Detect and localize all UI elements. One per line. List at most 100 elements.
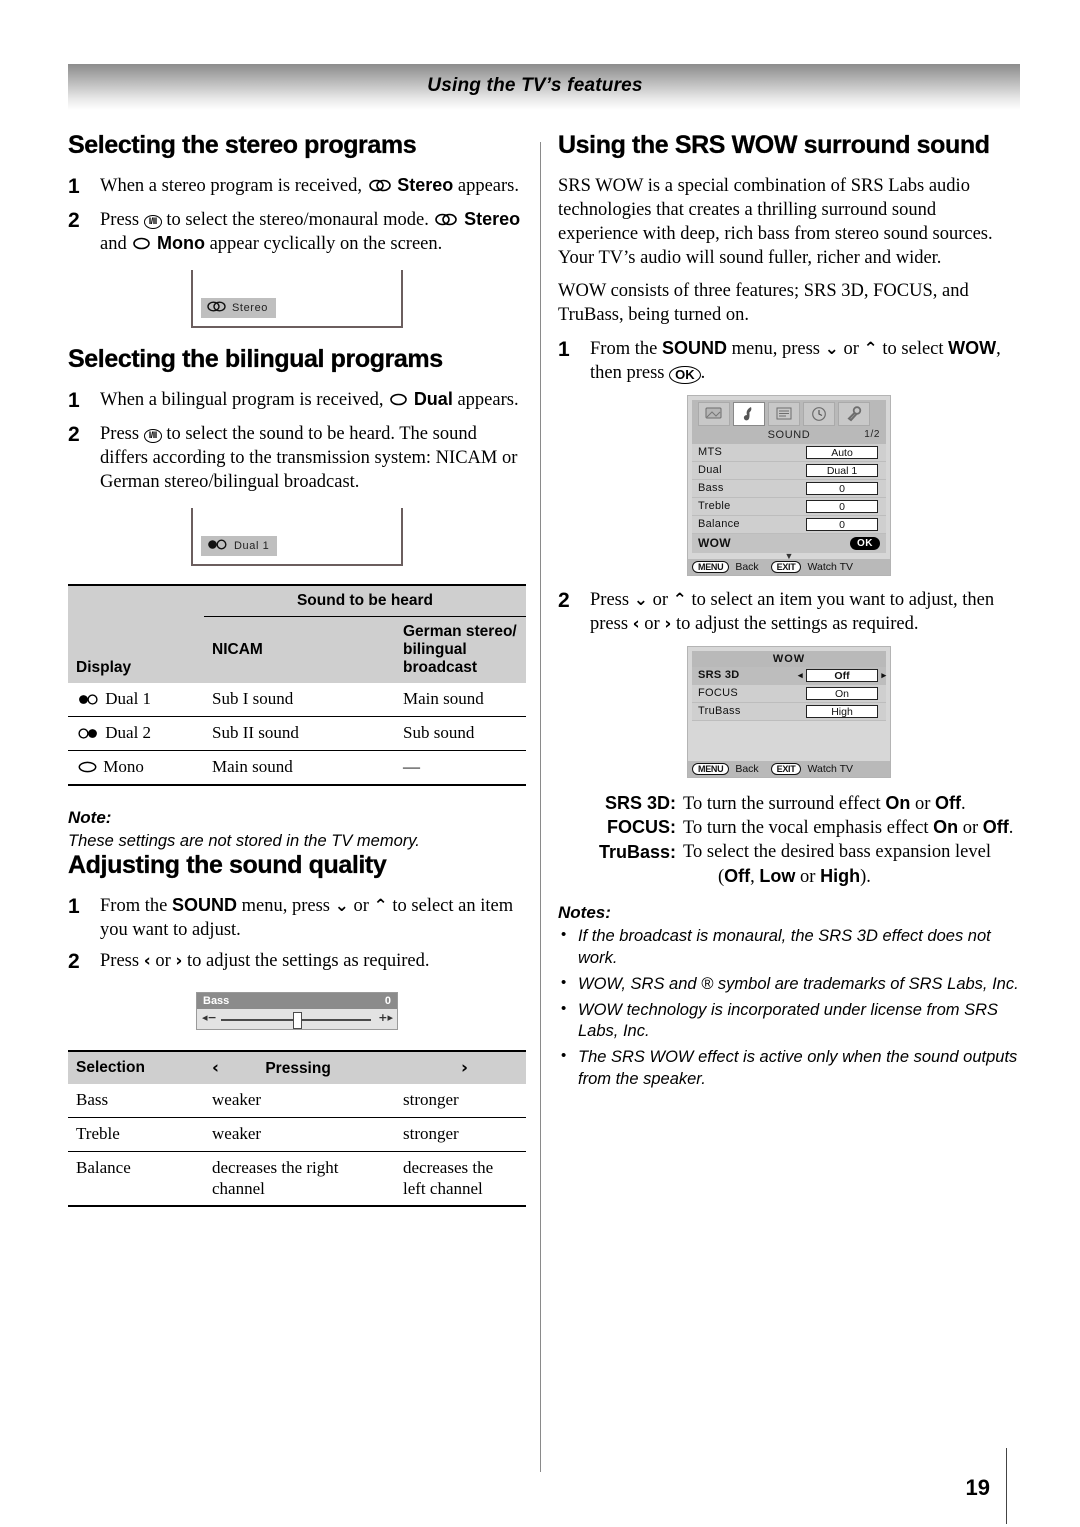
cell-press-right: stronger	[395, 1117, 526, 1152]
step-bold: Stereo	[464, 209, 521, 230]
exit-key-icon: EXIT	[770, 560, 802, 573]
step-number: 2	[558, 588, 570, 612]
list-item: The SRS WOW effect is active only when t…	[558, 1046, 1020, 1091]
menu-row-label: Dual	[698, 464, 722, 477]
step-text-part: or	[652, 589, 668, 610]
srs-bold-off: Off	[935, 792, 961, 813]
srs-text-period: .	[961, 793, 966, 814]
bass-slider-value: 0	[384, 995, 391, 1008]
manual-page: Using the TV’s features Selecting the st…	[0, 0, 1080, 1527]
arrow-right-icon: ›	[175, 951, 183, 972]
step-text: Press I/II to select the stereo/monaural…	[100, 208, 526, 256]
exit-key-action: Watch TV	[807, 560, 853, 573]
wow-row-value: On	[806, 686, 878, 700]
wow-menu-title: WOW	[692, 650, 886, 667]
step-number: 2	[68, 423, 80, 447]
list-item: WOW, SRS and ® symbol are trademarks of …	[558, 973, 1020, 996]
srs-text-period: .	[1008, 818, 1014, 839]
srs-text-or: or	[914, 793, 931, 814]
mono-icon	[390, 393, 407, 406]
cell-press-left: decreases the right channel	[204, 1151, 395, 1208]
wow-row-trubass[interactable]: TruBass High	[692, 702, 886, 721]
arrow-right-icon: ▸	[881, 669, 886, 680]
wow-row-label: FOCUS	[698, 687, 738, 700]
osd-chip-label: Dual 1	[234, 540, 270, 553]
step-stereo-1: 1 When a stereo program is received, Ste…	[68, 174, 526, 201]
wow-row-focus[interactable]: FOCUS On	[692, 684, 886, 703]
tv-wow-menu-screenshot: WOW SRS 3D ◂ Off ▸ FOCUS On TruBass High…	[687, 645, 891, 778]
step-text-part: Press	[590, 589, 630, 610]
header-sound-to-be-heard: Sound to be heard	[204, 584, 526, 617]
notes-title: Notes:	[558, 903, 611, 923]
step-sound-quality-2: 2 Press ‹ or › to adjust the settings as…	[68, 949, 526, 976]
step-wow-2: 2 Press ⌄ or ⌃ to select an item you wan…	[558, 588, 1020, 636]
notes-list: If the broadcast is monaural, the SRS 3D…	[558, 925, 1020, 1091]
ok-button-badge[interactable]: OK	[850, 536, 880, 550]
menu-row-bass[interactable]: Bass 0	[692, 479, 886, 498]
srs-feature-name: TruBass:	[598, 842, 676, 863]
section-heading-bilingual: Selecting the bilingual programs	[68, 345, 443, 374]
step-text-part: and	[100, 234, 127, 255]
arrow-left-icon: ‹	[632, 613, 640, 634]
tv-sound-menu-screenshot: SOUND 1/2 MTS Auto Dual Dual 1 Bass 0 Tr…	[687, 394, 891, 576]
srs-paragraph-2: WOW consists of three features; SRS 3D, …	[558, 281, 969, 326]
exit-key-icon: EXIT	[770, 762, 802, 775]
srs-description-srs3d: SRS 3D: To turn the surround effect On o…	[558, 792, 1020, 817]
cell-display: Dual 2	[68, 716, 204, 751]
arrow-left-icon: ◂	[798, 669, 803, 680]
menu-row-label: MTS	[698, 446, 723, 459]
step-text-part: menu, press	[241, 896, 330, 917]
step-text-part: to select	[882, 338, 944, 359]
menu-row-balance[interactable]: Balance 0	[692, 515, 886, 534]
wow-row-label: TruBass	[698, 705, 741, 718]
step-text-part: When a stereo program is received,	[100, 176, 362, 197]
header-nicam: NICAM	[204, 616, 395, 684]
step-stereo-2: 2 Press I/II to select the stereo/monaur…	[68, 208, 526, 256]
wow-menu-empty-area	[692, 720, 886, 761]
menu-footer: MENU Back EXIT Watch TV	[688, 558, 890, 575]
cell-selection: Bass	[68, 1084, 204, 1119]
menu-row-value: Auto	[806, 445, 878, 459]
osd-preview-stereo: Stereo	[191, 270, 403, 329]
table-row: Dual 1 Sub I sound Main sound	[68, 683, 526, 718]
wow-menu-footer: MENU Back EXIT Watch TV	[688, 760, 890, 777]
cell-display: Dual 1	[68, 683, 204, 718]
mono-icon	[78, 761, 97, 773]
column-divider	[540, 142, 541, 1472]
step-wow-1: 1 From the SOUND menu, press ⌄ or ⌃ to s…	[558, 337, 1020, 385]
note-block-memory: Note: These settings are not stored in t…	[68, 808, 526, 852]
note-title: Note:	[68, 807, 112, 827]
minus-icon: ◂−	[202, 1011, 217, 1025]
table-row: Treble weaker stronger	[68, 1117, 526, 1152]
wow-row-srs3d[interactable]: SRS 3D ◂ Off ▸	[692, 666, 886, 685]
step-text: Press ‹ or › to adjust the settings as r…	[100, 949, 526, 976]
srs-feature-name: FOCUS:	[607, 817, 676, 838]
step-number: 2	[68, 209, 80, 233]
selection-pressing-table: Selection ‹ Pressing › Bass weaker stron…	[68, 1050, 526, 1208]
bass-slider-track: ◂− +▸	[197, 1009, 397, 1030]
slider-thumb	[293, 1012, 302, 1030]
cell-display-label: Dual 2	[105, 723, 152, 743]
note-text: These settings are not stored in the TV …	[68, 831, 420, 850]
srs-feature-text: To turn the surround effect On or Off.	[683, 792, 1020, 817]
menu-row-dual[interactable]: Dual Dual 1	[692, 461, 886, 480]
page-header-title: Using the TV’s features	[427, 75, 643, 96]
cell-press-right: decreases the left channel	[395, 1151, 526, 1208]
right-column: Using the SRS WOW surround sound SRS WOW…	[558, 132, 1020, 1095]
srs-bold-on: On	[885, 792, 911, 813]
dual2-icon	[78, 728, 99, 739]
srs-bold-off: Off	[982, 817, 1009, 838]
menu-row-treble[interactable]: Treble 0	[692, 497, 886, 516]
menu-row-label: Treble	[698, 500, 731, 513]
menu-row-mts[interactable]: MTS Auto	[692, 443, 886, 462]
step-text: Press ⌄ or ⌃ to select an item you want …	[590, 588, 1020, 636]
plus-icon: +▸	[378, 1011, 393, 1025]
table-row: Mono Main sound —	[68, 750, 526, 786]
menu-row-wow[interactable]: WOW OK	[692, 533, 886, 553]
ok-key-icon: OK	[669, 365, 701, 384]
cell-display-label: Mono	[103, 756, 144, 776]
cell-nicam: Sub II sound	[204, 716, 395, 751]
sound-mode-key-icon: I/II	[143, 215, 162, 230]
cell-press-left: weaker	[204, 1084, 395, 1119]
cell-german: Main sound	[395, 683, 526, 718]
